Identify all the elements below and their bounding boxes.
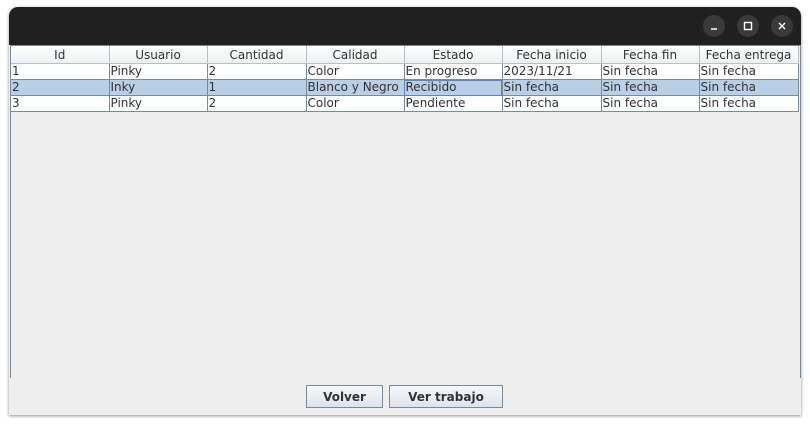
table-cell[interactable]: Pinky	[109, 63, 208, 80]
table-cell[interactable]: 2	[207, 63, 307, 80]
table-cell[interactable]: Sin fecha	[502, 95, 602, 112]
table-cell[interactable]: Sin fecha	[699, 63, 799, 80]
table-cell[interactable]: Sin fecha	[601, 63, 700, 80]
table-cell[interactable]: 1	[11, 63, 110, 80]
table-row[interactable]: 3 Pinky 2 Color Pendiente Sin fecha Sin …	[11, 95, 799, 112]
column-header-fecha-inicio[interactable]: Fecha inicio	[502, 46, 602, 64]
column-header-id[interactable]: Id	[11, 46, 110, 64]
table-cell[interactable]: Sin fecha	[502, 79, 602, 96]
table-cell[interactable]: Color	[306, 63, 405, 80]
table-cell[interactable]: 2	[11, 79, 110, 96]
table-cell[interactable]: Sin fecha	[601, 95, 700, 112]
button-bar: Volver Ver trabajo	[9, 378, 801, 415]
table-cell[interactable]: Sin fecha	[601, 79, 700, 96]
table-cell[interactable]: En progreso	[404, 63, 503, 80]
minimize-icon	[711, 28, 717, 30]
ver-trabajo-button[interactable]: Ver trabajo	[389, 385, 503, 408]
title-bar[interactable]	[9, 7, 801, 45]
table-cell[interactable]: Inky	[109, 79, 208, 96]
table-cell[interactable]: 3	[11, 95, 110, 112]
table-cell[interactable]: 2023/11/21	[502, 63, 602, 80]
column-header-calidad[interactable]: Calidad	[306, 46, 405, 64]
column-header-estado[interactable]: Estado	[404, 46, 503, 64]
table-row-selected[interactable]: 2 Inky 1 Blanco y Negro Recibido Sin fec…	[11, 79, 799, 96]
table-cell[interactable]: 2	[207, 95, 307, 112]
table-cell-focused[interactable]: Recibido	[404, 79, 503, 96]
column-header-fecha-fin[interactable]: Fecha fin	[601, 46, 700, 64]
table-cell[interactable]: Color	[306, 95, 405, 112]
close-button[interactable]	[771, 15, 793, 37]
column-header-usuario[interactable]: Usuario	[109, 46, 208, 64]
table-cell[interactable]: 1	[207, 79, 307, 96]
column-header-cantidad[interactable]: Cantidad	[207, 46, 307, 64]
jobs-table-scrollpane[interactable]: Id Usuario Cantidad Calidad Estado Fecha…	[10, 45, 801, 379]
table-cell[interactable]: Sin fecha	[699, 95, 799, 112]
table-cell[interactable]: Blanco y Negro	[306, 79, 405, 96]
column-header-fecha-entrega[interactable]: Fecha entrega	[699, 46, 799, 64]
table-cell[interactable]: Sin fecha	[699, 79, 799, 96]
maximize-button[interactable]	[737, 15, 759, 37]
table-header-row: Id Usuario Cantidad Calidad Estado Fecha…	[11, 46, 799, 64]
volver-button[interactable]: Volver	[306, 385, 383, 408]
table-cell[interactable]: Pendiente	[404, 95, 503, 112]
table-row[interactable]: 1 Pinky 2 Color En progreso 2023/11/21 S…	[11, 63, 799, 80]
minimize-button[interactable]	[703, 15, 725, 37]
app-window: Id Usuario Cantidad Calidad Estado Fecha…	[9, 7, 801, 415]
jobs-table[interactable]: Id Usuario Cantidad Calidad Estado Fecha…	[11, 46, 799, 112]
close-icon	[778, 22, 786, 30]
table-cell[interactable]: Pinky	[109, 95, 208, 112]
maximize-icon	[743, 21, 753, 31]
